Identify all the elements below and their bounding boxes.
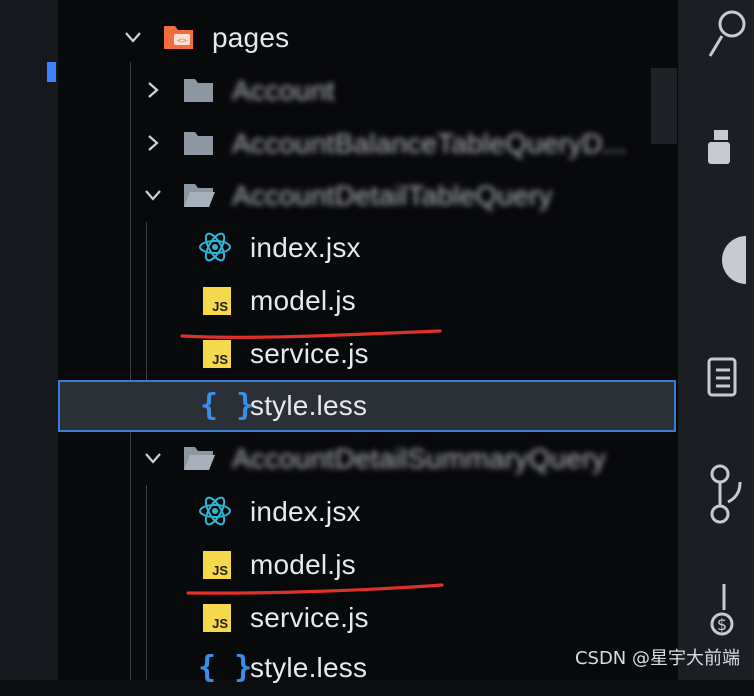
tree-label: model.js: [250, 549, 356, 580]
tree-folder[interactable]: Account: [58, 65, 676, 117]
search-icon[interactable]: [706, 10, 746, 66]
activity-bar: [678, 0, 754, 680]
js-icon: JS: [203, 551, 231, 579]
tree-label: style.less: [250, 652, 368, 683]
tree-label: style.less: [250, 390, 368, 421]
tree-folder[interactable]: AccountDetailTableQuery: [58, 170, 676, 222]
tree-label: AccountBalanceTableQueryD...: [232, 128, 627, 159]
red-underline-annotation: [180, 329, 442, 339]
document-icon[interactable]: [706, 356, 746, 400]
braces-icon: { }: [200, 388, 255, 423]
chevron-right-icon: [142, 132, 164, 154]
chevron-down-icon: [122, 26, 144, 48]
gutter-change-marker: [47, 62, 56, 82]
tree-label: index.jsx: [250, 232, 361, 263]
chevron-right-icon: [142, 79, 164, 101]
tree-folder[interactable]: AccountBalanceTableQueryD...: [58, 118, 676, 170]
tree-file[interactable]: JS model.js: [58, 275, 676, 327]
extensions-icon[interactable]: [704, 126, 744, 170]
svg-text:<>: <>: [177, 36, 187, 45]
js-icon: JS: [203, 287, 231, 315]
editor-gutter: [0, 0, 58, 680]
tree-label: AccountDetailSummaryQuery: [232, 443, 606, 474]
tree-label: pages: [212, 22, 290, 53]
tree-folder-pages[interactable]: <> pages: [58, 12, 676, 64]
folder-icon: [182, 75, 216, 105]
tree-label: service.js: [250, 602, 369, 633]
watermark: CSDN @星宇大前端: [574, 648, 740, 669]
react-icon: [198, 232, 232, 262]
tree-file[interactable]: index.jsx: [58, 486, 676, 538]
tree-label: AccountDetailTableQuery: [232, 180, 553, 211]
tree-folder[interactable]: AccountDetailSummaryQuery: [58, 433, 676, 485]
folder-open-icon: [182, 443, 216, 473]
tree-label: model.js: [250, 285, 356, 316]
account-icon[interactable]: [712, 232, 752, 288]
folder-open-orange-icon: <>: [162, 22, 196, 52]
tree-file-selected[interactable]: { } style.less: [58, 380, 676, 432]
source-control-icon[interactable]: [706, 462, 746, 526]
react-icon: [198, 496, 232, 526]
svg-text:$: $: [717, 615, 727, 634]
js-icon: JS: [203, 604, 231, 632]
folder-open-icon: [182, 180, 216, 210]
tree-label: index.jsx: [250, 496, 361, 527]
chevron-down-icon: [142, 447, 164, 469]
remote-icon[interactable]: $: [706, 580, 746, 644]
red-underline-annotation: [186, 583, 444, 595]
folder-icon: [182, 128, 216, 158]
chevron-down-icon: [142, 184, 164, 206]
tree-label: Account: [232, 75, 335, 106]
tree-file[interactable]: index.jsx: [58, 222, 676, 274]
